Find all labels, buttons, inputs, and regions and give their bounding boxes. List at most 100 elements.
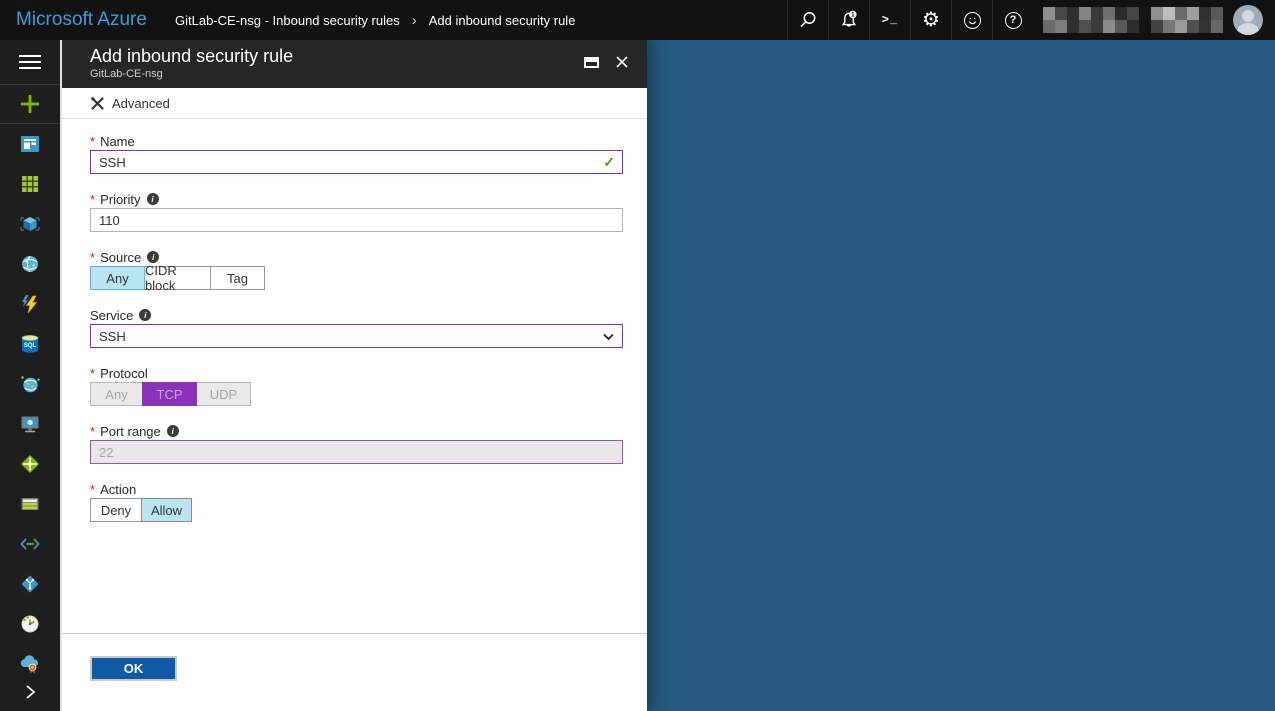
monitor-clock-icon	[18, 612, 42, 636]
settings-button[interactable]: ⚙	[910, 0, 951, 40]
info-icon: i	[139, 309, 151, 321]
cloud-certificate-icon	[18, 652, 42, 676]
storage-icon	[18, 492, 42, 516]
source-field-group: * Source i Any CIDR block Tag	[90, 248, 623, 290]
panel-window-controls	[584, 55, 629, 69]
advanced-button[interactable]: Advanced	[90, 96, 170, 111]
smiley-icon	[964, 12, 981, 29]
chevron-right-icon	[20, 682, 40, 702]
info-icon: i	[147, 251, 159, 263]
vm-monitor-icon	[18, 412, 42, 436]
dashboard-background	[647, 40, 1275, 711]
sidebar-expand-button[interactable]	[0, 677, 60, 707]
tools-icon	[90, 96, 105, 111]
info-icon: i	[147, 193, 159, 205]
maximize-icon[interactable]	[584, 57, 599, 68]
azure-logo[interactable]: Microsoft Azure	[16, 0, 147, 40]
priority-label: * Priority i	[90, 190, 623, 208]
gear-icon: ⚙	[922, 10, 940, 30]
protocol-label: * Protocol	[90, 364, 623, 382]
panel-footer: OK	[62, 633, 647, 681]
code-brackets-icon	[18, 532, 42, 556]
action-option-deny[interactable]: Deny	[90, 498, 142, 522]
service-selected-value: SSH	[99, 329, 126, 344]
cloud-shell-icon: >_	[882, 13, 898, 27]
sidebar-item-all-services[interactable]	[0, 164, 60, 204]
user-name-redacted	[1043, 7, 1223, 33]
grid-icon	[18, 172, 42, 196]
load-balancer-icon	[18, 452, 42, 476]
help-button[interactable]: ?	[992, 0, 1033, 40]
advanced-label: Advanced	[112, 96, 170, 111]
user-zone	[1033, 0, 1275, 40]
service-dropdown[interactable]: SSH	[90, 324, 623, 348]
sidebar-item-app-service-plans[interactable]	[0, 524, 60, 564]
action-option-allow[interactable]: Allow	[141, 498, 192, 522]
notifications-bell-icon: 1	[838, 9, 860, 31]
sidebar-item-load-balancers[interactable]	[0, 444, 60, 484]
sidebar-item-create-resource[interactable]	[0, 85, 60, 123]
protocol-option-udp: UDP	[196, 382, 251, 406]
close-icon[interactable]	[615, 55, 629, 69]
sql-database-icon: SQL	[18, 332, 42, 356]
valid-check-icon: ✓	[603, 154, 615, 171]
plus-icon	[18, 92, 42, 116]
sidebar-item-virtual-machines[interactable]	[0, 204, 60, 244]
sidebar-item-sql-databases[interactable]: SQL	[0, 324, 60, 364]
cube-icon	[18, 212, 42, 236]
name-input[interactable]	[90, 150, 623, 174]
ok-button[interactable]: OK	[90, 656, 177, 681]
source-option-any[interactable]: Any	[90, 266, 145, 290]
sidebar-item-virtual-machines-classic[interactable]	[0, 404, 60, 444]
breadcrumb: GitLab-CE-nsg - Inbound security rules ›…	[175, 0, 575, 40]
action-toggle: Deny Allow	[90, 498, 623, 522]
lightning-icon	[18, 292, 42, 316]
action-field-group: * Action Deny Allow	[90, 480, 623, 522]
panel-toolbar: Advanced	[62, 88, 647, 119]
breadcrumb-current[interactable]: Add inbound security rule	[429, 13, 576, 28]
source-option-tag[interactable]: Tag	[210, 266, 265, 290]
svg-text:SQL: SQL	[24, 343, 37, 349]
breadcrumb-parent[interactable]: GitLab-CE-nsg - Inbound security rules	[175, 13, 400, 28]
topbar-actions: 1 >_ ⚙ ?	[787, 0, 1275, 40]
source-option-cidr-block[interactable]: CIDR block	[144, 266, 211, 290]
top-bar: Microsoft Azure GitLab-CE-nsg - Inbound …	[0, 0, 1275, 40]
panel-title: Add inbound security rule	[90, 46, 647, 67]
hamburger-icon	[19, 51, 41, 73]
protocol-option-tcp: TCP	[142, 382, 197, 406]
cosmos-db-icon	[18, 372, 42, 396]
notifications-button[interactable]: 1	[828, 0, 869, 40]
notification-badge: 1	[851, 12, 855, 19]
cloud-shell-button[interactable]: >_	[869, 0, 910, 40]
protocol-toggle: Any TCP UDP	[90, 382, 623, 406]
sidebar-item-monitor[interactable]	[0, 604, 60, 644]
name-field-group: * Name ✓	[90, 132, 623, 174]
add-inbound-rule-panel: Add inbound security rule GitLab-CE-nsg …	[60, 40, 647, 711]
dashboard-icon	[18, 132, 42, 156]
panel-subtitle: GitLab-CE-nsg	[90, 68, 647, 80]
service-field-group: Service i SSH	[90, 306, 623, 348]
port-range-label: * Port range i	[90, 422, 623, 440]
hamburger-menu-button[interactable]	[0, 40, 60, 84]
sidebar-item-storage-accounts[interactable]	[0, 484, 60, 524]
source-toggle: Any CIDR block Tag	[90, 266, 623, 290]
rule-form: * Name ✓ * Priority i * Source i A	[62, 119, 647, 522]
chevron-down-icon	[603, 333, 614, 341]
sidebar-item-dashboard[interactable]	[0, 124, 60, 164]
sidebar-item-azure-cosmos-db[interactable]	[0, 364, 60, 404]
info-icon: i	[167, 425, 179, 437]
port-range-field-group: * Port range i	[90, 422, 623, 464]
globe-icon	[18, 252, 42, 276]
search-icon	[798, 10, 818, 30]
priority-input[interactable]	[90, 208, 623, 232]
search-button[interactable]	[787, 0, 828, 40]
port-range-input	[90, 440, 623, 464]
breadcrumb-separator-icon: ›	[412, 12, 417, 29]
sidebar-item-function-apps[interactable]	[0, 284, 60, 324]
feedback-button[interactable]	[951, 0, 992, 40]
sidebar-item-app-services[interactable]	[0, 244, 60, 284]
user-avatar[interactable]	[1233, 5, 1263, 35]
panel-header: Add inbound security rule GitLab-CE-nsg	[62, 40, 647, 88]
protocol-option-any: Any	[90, 382, 143, 406]
sidebar-item-virtual-networks[interactable]	[0, 564, 60, 604]
